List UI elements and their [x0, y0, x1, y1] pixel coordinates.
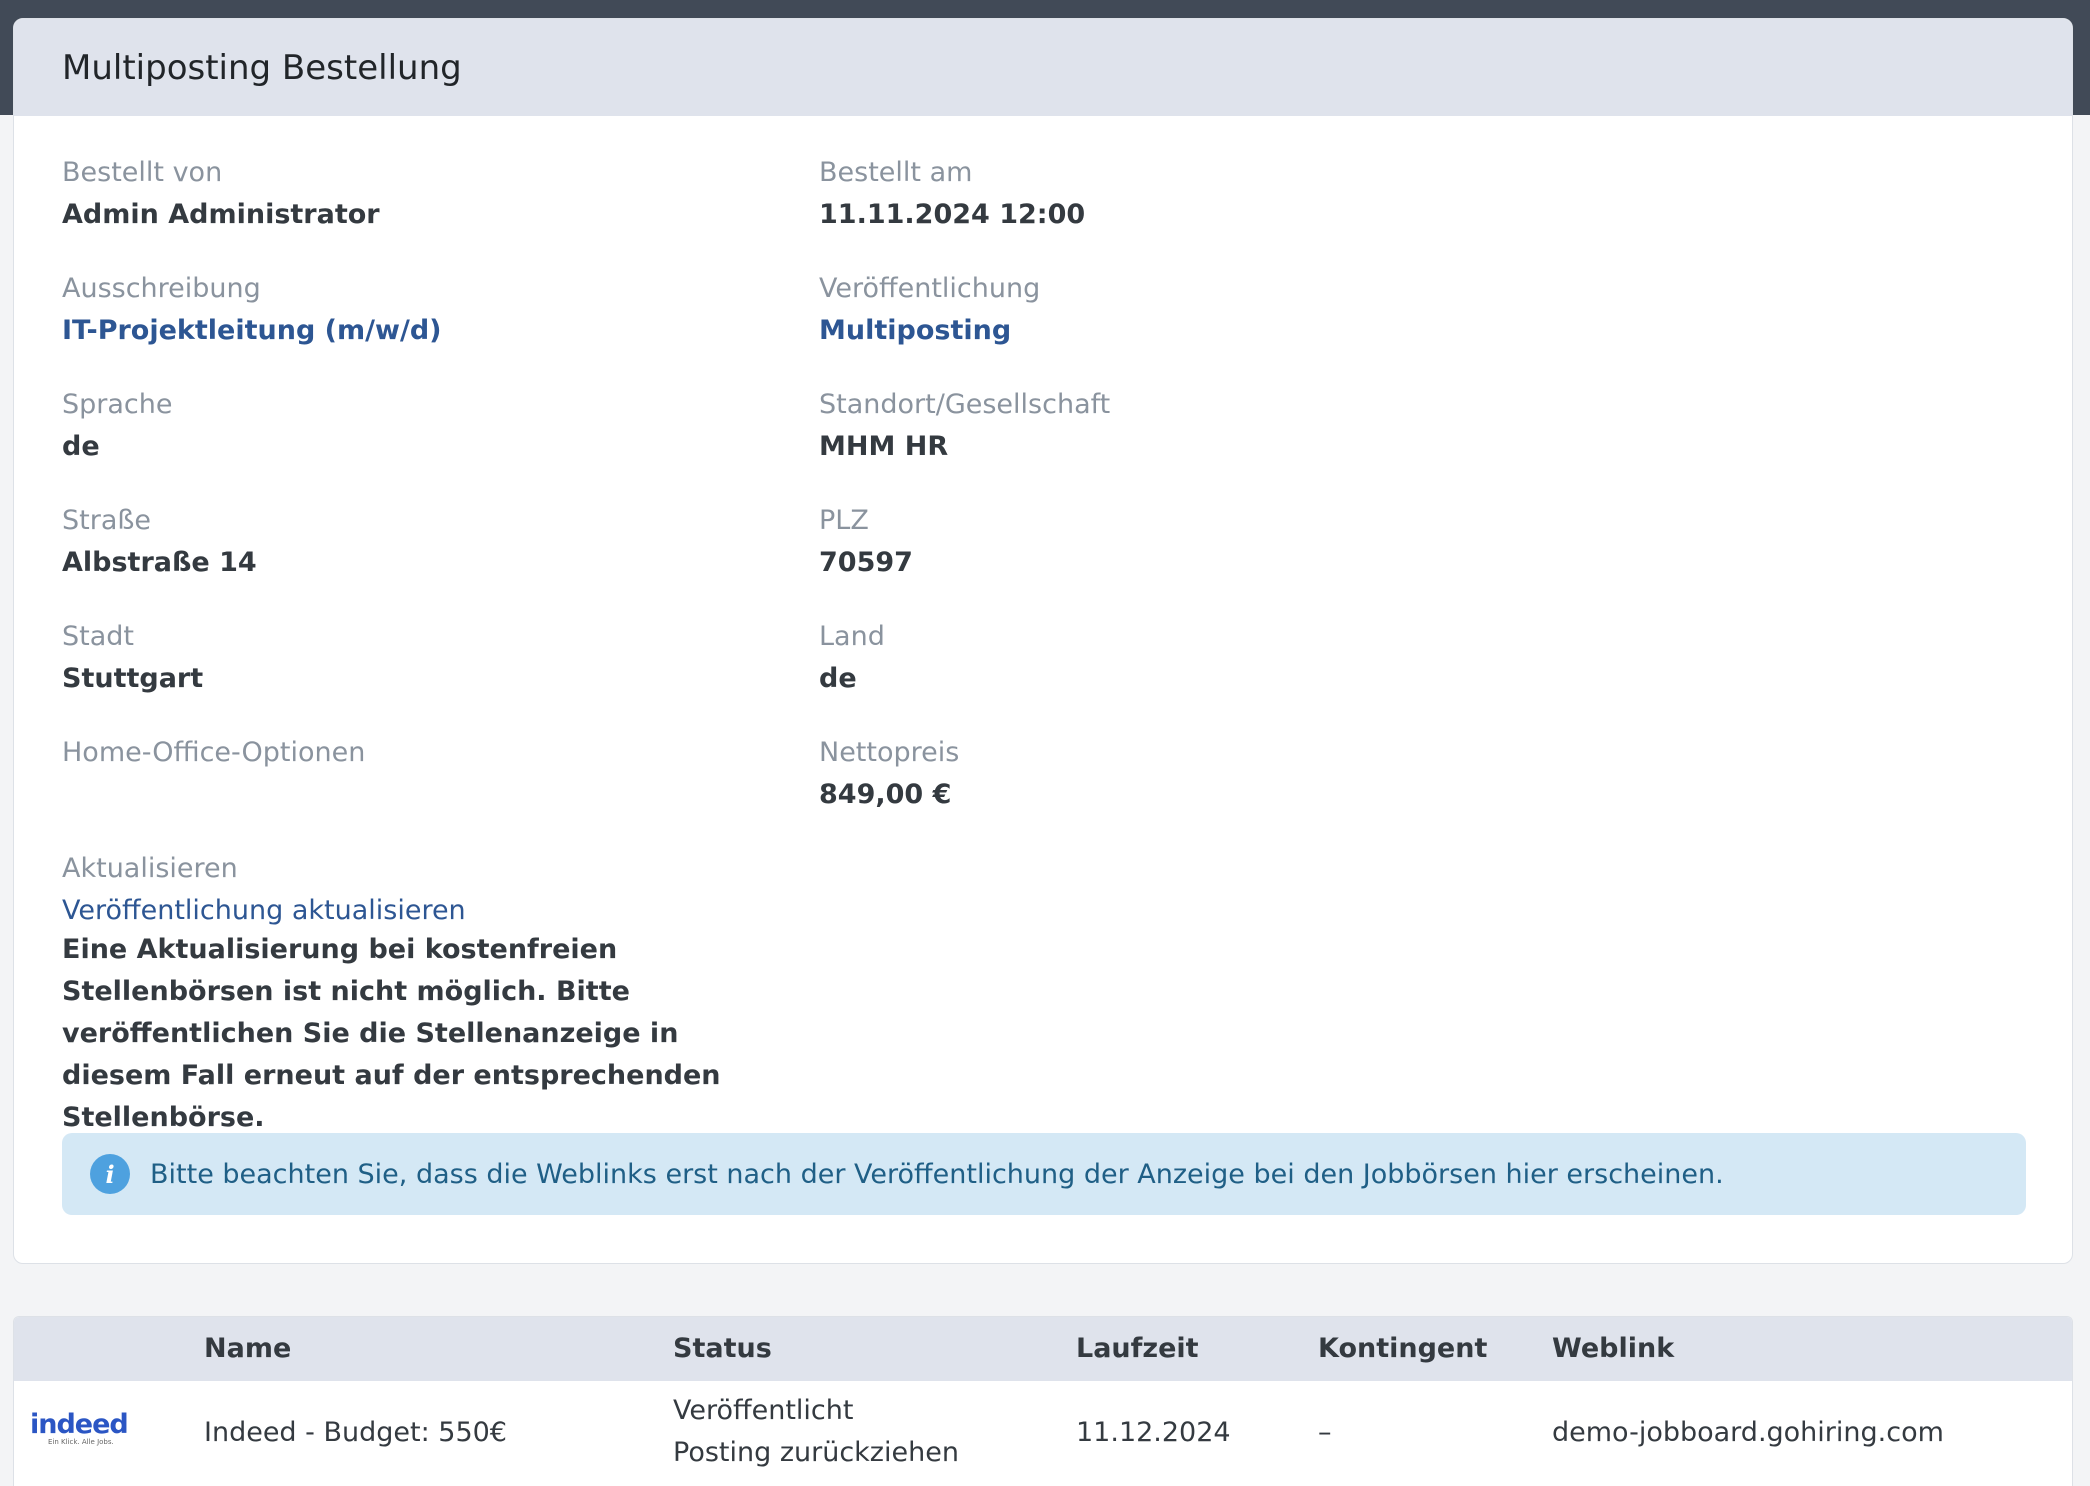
field-value: de: [62, 431, 100, 462]
field-city: Stadt Stuttgart: [62, 619, 203, 697]
posting-quota: –: [1318, 1417, 1332, 1448]
field-location: Standort/Gesellschaft MHM HR: [819, 387, 1110, 465]
field-language: Sprache de: [62, 387, 173, 465]
page-title: Multiposting Bestellung: [62, 47, 462, 88]
info-icon: i: [90, 1154, 130, 1194]
field-net-price: Nettopreis 849,00 €: [819, 735, 959, 813]
tender-link[interactable]: IT-Projektleitung (m/w/d): [62, 313, 442, 349]
table-row: indeed Ein Klick. Alle Jobs. Indeed - Bu…: [14, 1381, 2072, 1486]
posting-status: Veröffentlicht: [673, 1395, 854, 1426]
field-value: 849,00 €: [819, 779, 952, 810]
field-home-office: Home-Office-Optionen: [62, 735, 365, 777]
field-label: Veröffentlichung: [819, 273, 1041, 304]
field-street: Straße Albstraße 14: [62, 503, 257, 581]
update-description: Eine Aktualisierung bei kostenfreien Ste…: [62, 934, 721, 1133]
posting-runtime: 11.12.2024: [1076, 1417, 1231, 1448]
field-label: Home-Office-Optionen: [62, 737, 366, 768]
field-label: Stadt: [62, 621, 134, 652]
posting-name: Indeed - Budget: 550€: [204, 1417, 507, 1448]
field-value: MHM HR: [819, 431, 949, 462]
field-label: PLZ: [819, 505, 869, 536]
field-label: Bestellt von: [62, 157, 223, 188]
field-publication: Veröffentlichung Multiposting: [819, 271, 1040, 349]
logo-tagline: Ein Klick. Alle Jobs.: [48, 1438, 114, 1446]
field-value: Admin Administrator: [62, 199, 380, 230]
field-label: Ausschreibung: [62, 273, 261, 304]
posting-weblink[interactable]: demo-jobboard.gohiring.com: [1552, 1417, 1944, 1448]
alert-text: Bitte beachten Sie, dass die Weblinks er…: [150, 1158, 1724, 1190]
info-alert: i Bitte beachten Sie, dass die Weblinks …: [62, 1133, 2026, 1215]
column-header-name: Name: [204, 1333, 292, 1364]
field-label: Land: [819, 621, 885, 652]
field-label: Standort/Gesellschaft: [819, 389, 1111, 420]
indeed-logo: indeed Ein Klick. Alle Jobs.: [30, 1409, 129, 1451]
field-tender: Ausschreibung IT-Projektleitung (m/w/d): [62, 271, 442, 349]
field-value: 70597: [819, 547, 913, 578]
field-value: de: [819, 663, 857, 694]
field-label: Sprache: [62, 389, 173, 420]
field-update: Aktualisieren Veröffentlichung aktualisi…: [62, 851, 782, 1139]
order-details-card: Multiposting Bestellung Bestellt von Adm…: [13, 18, 2073, 1264]
postings-table: Name Status Laufzeit Kontingent Weblink …: [13, 1316, 2073, 1486]
field-label: Straße: [62, 505, 151, 536]
field-label: Nettopreis: [819, 737, 960, 768]
field-label: Bestellt am: [819, 157, 973, 188]
field-zip: PLZ 70597: [819, 503, 913, 581]
field-ordered-by: Bestellt von Admin Administrator: [62, 155, 380, 233]
card-header: Multiposting Bestellung: [14, 19, 2072, 116]
field-ordered-at: Bestellt am 11.11.2024 12:00: [819, 155, 1085, 233]
field-country: Land de: [819, 619, 885, 697]
column-header-status: Status: [673, 1333, 772, 1364]
publication-link[interactable]: Multiposting: [819, 313, 1040, 349]
field-value: Stuttgart: [62, 663, 204, 694]
update-publication-link[interactable]: Veröffentlichung aktualisieren: [62, 893, 782, 929]
field-value: Albstraße 14: [62, 547, 257, 578]
field-label: Aktualisieren: [62, 853, 238, 884]
withdraw-posting-link[interactable]: Posting zurückziehen: [673, 1437, 959, 1468]
column-header-runtime: Laufzeit: [1076, 1333, 1199, 1364]
column-header-quota: Kontingent: [1318, 1333, 1488, 1364]
field-value: 11.11.2024 12:00: [819, 199, 1086, 230]
logo-wordmark: indeed: [30, 1409, 129, 1440]
column-header-weblink: Weblink: [1552, 1333, 1675, 1364]
table-header: Name Status Laufzeit Kontingent Weblink: [14, 1317, 2072, 1381]
